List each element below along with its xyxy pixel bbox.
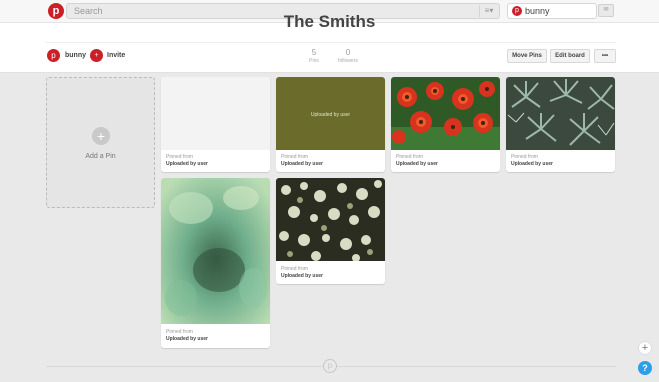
invite-link[interactable]: Invite (107, 52, 125, 59)
board-header: The Smiths p bunny + Invite 5 Pins 0 fol… (0, 12, 659, 73)
pins-count: 5 (311, 48, 317, 57)
header-divider (46, 42, 616, 43)
pin-from-label: Pinned from (396, 154, 423, 160)
add-pin-icon: + (92, 127, 110, 145)
pin-source[interactable]: Uploaded by user (281, 273, 323, 279)
pin-from-label: Pinned from (511, 154, 538, 160)
pin-card[interactable]: Uploaded by user Pinned from Uploaded by… (276, 77, 385, 172)
owner-avatar-icon[interactable]: p (47, 49, 60, 62)
pin-image[interactable] (391, 77, 500, 150)
board-title: The Smiths (283, 12, 376, 31)
footer-pinterest-icon: p (323, 359, 337, 373)
pin-source[interactable]: Uploaded by user (511, 161, 553, 167)
followers-count: 0 (345, 48, 351, 57)
pin-source[interactable]: Uploaded by user (166, 161, 208, 167)
pin-from-label: Pinned from (281, 266, 308, 272)
edit-board-button[interactable]: Edit board (550, 49, 590, 63)
pin-meta: Pinned from Uploaded by user (166, 154, 208, 167)
pins-stat[interactable]: 5 Pins (307, 48, 321, 64)
pin-image[interactable] (506, 77, 615, 150)
pin-meta: Pinned from Uploaded by user (166, 329, 208, 342)
move-pins-button[interactable]: Move Pins (507, 49, 547, 63)
pin-from-label: Pinned from (166, 154, 193, 160)
pin-from-label: Pinned from (166, 329, 193, 335)
pin-card[interactable]: Pinned from Uploaded by user (161, 178, 270, 348)
help-button[interactable]: ? (638, 361, 652, 375)
followers-stat[interactable]: 0 followers (336, 48, 360, 64)
pin-meta: Pinned from Uploaded by user (281, 266, 323, 279)
pin-source[interactable]: Uploaded by user (166, 336, 208, 342)
pin-meta: Pinned from Uploaded by user (281, 154, 323, 167)
pin-card[interactable]: Pinned from Uploaded by user (161, 77, 270, 172)
pin-card[interactable]: Pinned from Uploaded by user (391, 77, 500, 172)
pin-image-caption: Uploaded by user (310, 112, 351, 118)
pin-image[interactable] (161, 178, 270, 324)
pin-meta: Pinned from Uploaded by user (396, 154, 438, 167)
invite-icon[interactable]: + (90, 49, 103, 62)
pin-card[interactable]: Pinned from Uploaded by user (276, 178, 385, 284)
create-pin-button[interactable]: + (638, 341, 652, 355)
add-pin-label: Add a Pin (85, 153, 116, 160)
pins-label: Pins (309, 58, 319, 64)
pin-meta: Pinned from Uploaded by user (511, 154, 553, 167)
pin-card[interactable]: Pinned from Uploaded by user (506, 77, 615, 172)
pin-source[interactable]: Uploaded by user (396, 161, 438, 167)
pin-image[interactable]: Uploaded by user (276, 77, 385, 150)
add-pin-card[interactable]: + Add a Pin (46, 77, 155, 208)
pin-image[interactable] (276, 178, 385, 261)
followers-label: followers (338, 58, 358, 64)
pin-from-label: Pinned from (281, 154, 308, 160)
pin-image[interactable] (161, 77, 270, 150)
more-options-button[interactable]: ••• (594, 49, 616, 63)
owner-name-link[interactable]: bunny (65, 52, 86, 59)
pin-source[interactable]: Uploaded by user (281, 161, 323, 167)
